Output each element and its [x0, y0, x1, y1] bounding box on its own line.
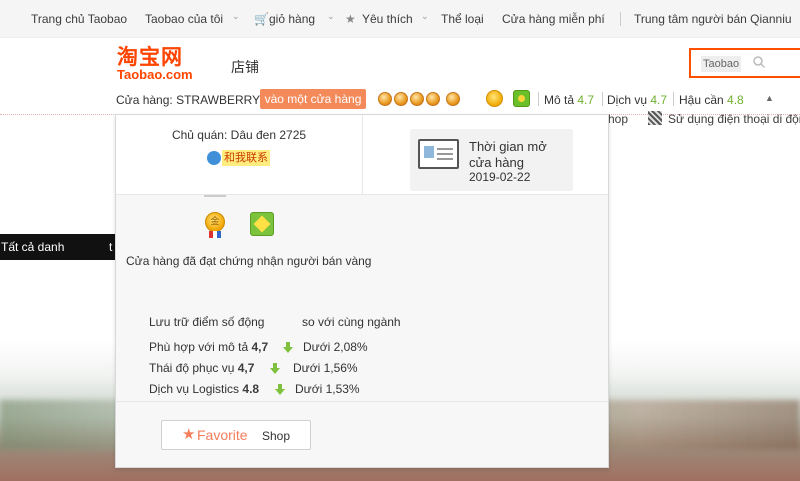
gold-seller-badge-icon [486, 90, 503, 107]
all-categories-bar[interactable]: Tất cả danh t [0, 234, 116, 260]
dsr-value: 4,7 [251, 340, 269, 354]
chevron-up-icon[interactable]: ▲ [765, 93, 774, 103]
rating-service: Dịch vụ 4.7 [607, 93, 668, 107]
vertical-divider [362, 115, 363, 195]
gold-seller-certification-text: Cửa hàng đã đạt chứng nhận người bán vàn… [126, 254, 372, 268]
popup-header: Chủ quán: Dâu đen 2725 和我联系 Thời gian mở… [116, 115, 608, 195]
mobile-link-text[interactable]: Sử dụng điện thoại di động [668, 112, 800, 126]
search-icon[interactable] [752, 55, 766, 69]
nav-seller-center-link[interactable]: Trung tâm người bán Qianniu [634, 12, 792, 26]
certified-shield-icon [250, 212, 274, 236]
dsr-row-service: Thái độ phục vụ 4,7 Dưới 1,56% [149, 361, 389, 377]
store-heading: 店铺 [231, 60, 259, 76]
chevron-down-icon[interactable]: ⌄ [232, 11, 240, 22]
nav-favorites-link[interactable]: Yêu thích [362, 12, 413, 26]
dsr-compare-title: so với cùng ngành [302, 315, 401, 329]
dsr-compare: Dưới 2,08% [303, 340, 368, 354]
nav-free-store-link[interactable]: Cửa hàng miễn phí [502, 12, 605, 26]
store-owner: Chủ quán: Dâu đen 2725 [171, 128, 307, 142]
divider-line [204, 195, 226, 197]
nav-home-link[interactable]: Trang chủ Taobao [31, 12, 127, 26]
dsr-value: 4.8 [242, 382, 260, 396]
crown-medal-icon [410, 92, 424, 106]
logo-english-text: Taobao.com [117, 67, 193, 82]
wangwang-chat-icon [207, 151, 221, 165]
category-tail-text: t [109, 240, 113, 254]
open-time-label: Thời gian mở cửa hàng [469, 139, 547, 170]
id-card-icon [418, 139, 459, 169]
store-open-time-card: Thời gian mở cửa hàng 2019-02-22 [410, 129, 573, 191]
store-name[interactable]: Cửa hàng: STRAWBERRY [116, 93, 260, 107]
medal-ribbon [209, 231, 221, 238]
dsr-label: Phù hợp với mô tả [149, 340, 249, 354]
crown-medal-icon [394, 92, 408, 106]
gold-medal-disc: 金 [205, 212, 225, 232]
rating-divider [538, 92, 539, 106]
shop-link-text[interactable]: hop [608, 112, 628, 126]
store-info-popup: Chủ quán: Dâu đen 2725 和我联系 Thời gian mở… [115, 114, 609, 468]
rating-divider [602, 92, 603, 106]
nav-category-link[interactable]: Thể loại [441, 12, 484, 26]
nav-my-taobao-link[interactable]: Taobao của tôi [145, 12, 223, 26]
dsr-label: Dịch vụ Logistics [149, 382, 240, 396]
enter-store-button[interactable]: vào một cửa hàng [260, 89, 366, 109]
rating-description-value: 4.7 [577, 93, 595, 107]
dsr-row-description: Phù hợp với mô tả 4,7 Dưới 2,08% [149, 340, 389, 356]
crown-medal-icon [378, 92, 392, 106]
cart-icon[interactable]: 🛒 [254, 12, 269, 26]
rating-description: Mô tả 4.7 [544, 93, 595, 107]
qr-code-icon [648, 111, 662, 125]
rating-divider [673, 92, 674, 106]
rating-logistics: Hậu cần 4.8 [679, 93, 744, 107]
logo-chinese-text: 淘宝网 [117, 45, 183, 69]
top-navigation-bar: Trang chủ Taobao Taobao của tôi ⌄ 🛒 giỏ … [0, 0, 800, 38]
gold-seller-medal-icon: 金 [204, 212, 226, 240]
crown-medal-icon [446, 92, 460, 106]
search-box[interactable] [689, 48, 800, 78]
popup-body: 金 Cửa hàng đã đạt chứng nhận người bán v… [116, 195, 608, 401]
star-icon: ★ [182, 426, 196, 443]
dsr-compare: Dưới 1,53% [295, 382, 360, 396]
rating-logistics-value: 4.8 [727, 93, 744, 107]
contact-seller-button[interactable]: 和我联系 [207, 150, 271, 166]
mobile-shop-link[interactable]: hop Sử dụng điện thoại di động [608, 110, 800, 130]
arrow-down-icon [283, 342, 293, 353]
contact-label: 和我联系 [222, 150, 270, 166]
favorite-shop-button[interactable]: ★ Favorite Shop [161, 420, 311, 450]
store-ratings: Mô tả 4.7 Dịch vụ 4.7 Hậu cần 4.8 [538, 88, 752, 110]
popup-footer: ★ Favorite Shop [116, 401, 608, 467]
dsr-value: 4,7 [237, 361, 255, 375]
chevron-down-icon[interactable]: ⌄ [327, 11, 335, 22]
arrow-down-icon [275, 384, 285, 395]
dsr-compare: Dưới 1,56% [293, 361, 358, 375]
nav-cart-link[interactable]: giỏ hàng [269, 12, 315, 26]
taobao-logo[interactable]: 淘宝网 Taobao.com [117, 46, 207, 82]
search-input[interactable] [701, 56, 741, 72]
rating-service-value: 4.7 [650, 93, 668, 107]
chevron-down-icon[interactable]: ⌄ [421, 11, 429, 22]
certified-badge-icon [513, 90, 530, 107]
arrow-down-icon [270, 363, 280, 374]
dsr-title: Lưu trữ điểm số động [149, 315, 265, 329]
favorite-label: Favorite [197, 427, 248, 443]
crown-medal-icon [426, 92, 440, 106]
all-categories-label[interactable]: Tất cả danh [0, 240, 64, 254]
star-icon: ★ [345, 12, 356, 26]
nav-divider [620, 12, 621, 26]
shop-label: Shop [262, 429, 291, 443]
dsr-label: Thái độ phục vụ [149, 361, 235, 375]
open-date: 2019-02-22 [469, 170, 531, 184]
dsr-row-logistics: Dịch vụ Logistics 4.8 Dưới 1,53% [149, 382, 389, 398]
